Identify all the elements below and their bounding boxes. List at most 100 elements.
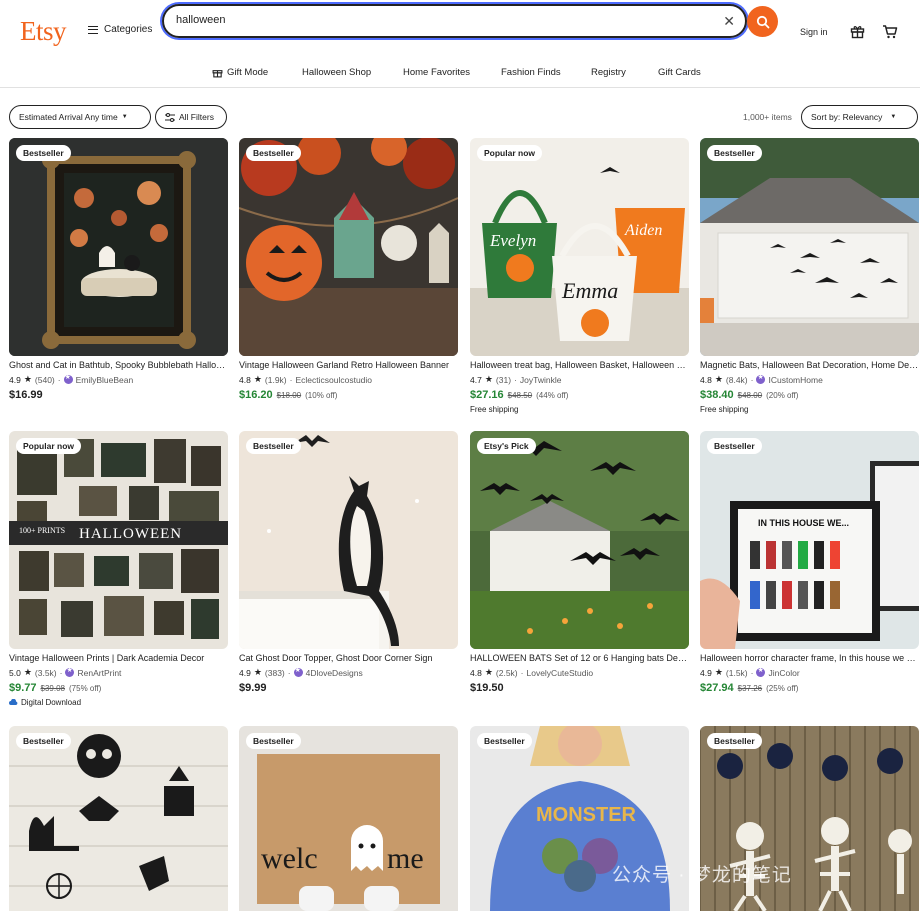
- search-button[interactable]: [747, 6, 778, 37]
- listing-card[interactable]: IN THIS HOUSE WE... Bestseller Halloween…: [700, 431, 919, 696]
- bullet: ·: [514, 374, 517, 385]
- name-text: Evelyn: [489, 231, 536, 250]
- original-price: $18.00: [276, 391, 302, 400]
- listing-badge: Bestseller: [246, 145, 301, 161]
- listing-image[interactable]: 100+ PRINTS HALLOWEEN Popular now: [9, 431, 228, 649]
- nav-gift-mode[interactable]: Gift Mode: [212, 67, 268, 78]
- search-input[interactable]: [176, 14, 716, 26]
- bullet: ·: [289, 374, 293, 385]
- sort-dropdown[interactable]: Sort by: Relevancy ▼: [801, 105, 918, 129]
- bullet: ·: [57, 374, 61, 385]
- listing-price: $9.99: [239, 682, 267, 694]
- listing-card[interactable]: welc me Bestseller: [239, 726, 458, 911]
- listing-card[interactable]: Bestseller Vintage Halloween Garland Ret…: [239, 138, 458, 403]
- listing-image[interactable]: Bestseller: [9, 726, 228, 911]
- listing-badge: Popular now: [16, 438, 81, 454]
- sort-label: Sort by: Relevancy: [811, 112, 883, 122]
- review-count: (383): [264, 667, 285, 678]
- result-count: 1,000+ items: [743, 112, 792, 122]
- listing-price: $19.50: [470, 682, 504, 694]
- listing-title[interactable]: Vintage Halloween Garland Retro Hallowee…: [239, 360, 458, 371]
- all-filters-button[interactable]: All Filters: [155, 105, 227, 129]
- shop-name[interactable]: LovelyCuteStudio: [526, 668, 593, 678]
- review-count: (1.9k): [264, 374, 287, 385]
- listing-title[interactable]: Halloween treat bag, Halloween Basket, H…: [470, 360, 689, 371]
- listing-card[interactable]: Etsy's Pick HALLOWEEN BATS Set of 12 or …: [470, 431, 689, 696]
- listing-title[interactable]: Halloween horror character frame, In thi…: [700, 653, 919, 664]
- nav-gift-cards[interactable]: Gift Cards: [658, 67, 701, 78]
- listing-card[interactable]: 100+ PRINTS HALLOWEEN Popular now Vintag…: [9, 431, 228, 707]
- original-price: $37.26: [737, 684, 763, 693]
- gift-icon[interactable]: [850, 24, 865, 39]
- listing-rating: 4.9 ★ (383) · 4DloveDesigns: [239, 666, 458, 678]
- star-seller-icon: [756, 373, 766, 384]
- listing-title[interactable]: Ghost and Cat in Bathtub, Spooky Bubbleb…: [9, 360, 228, 371]
- star-icon: ★: [484, 374, 493, 384]
- shop-name[interactable]: JoyTwinkle: [520, 375, 562, 385]
- free-shipping: Free shipping: [470, 405, 519, 414]
- star-seller-icon: [65, 666, 75, 677]
- price-row: $9.77 $39.08 (75% off): [9, 682, 228, 696]
- shop-name[interactable]: JinColor: [768, 668, 799, 678]
- shop-name[interactable]: Eclecticsoulcostudio: [295, 375, 372, 385]
- listing-card[interactable]: Bestseller Magnetic Bats, Halloween Bat …: [700, 138, 919, 414]
- listing-title[interactable]: HALLOWEEN BATS Set of 12 or 6 Hanging ba…: [470, 653, 689, 664]
- listing-rating: 4.9 ★ (540) · EmilyBlueBean: [9, 373, 228, 385]
- listing-card[interactable]: Bestseller: [9, 726, 228, 911]
- listing-badge: Bestseller: [707, 145, 762, 161]
- price-row: $19.50: [470, 682, 689, 696]
- sub-navigation: Gift Mode Halloween Shop Home Favorites …: [0, 60, 920, 88]
- discount: (20% off): [766, 391, 799, 400]
- listing-rating: 4.9 ★ (1.5k) · JinColor: [700, 666, 919, 678]
- arrival-filter[interactable]: Estimated Arrival Any time ▼: [9, 105, 151, 129]
- nav-halloween-shop[interactable]: Halloween Shop: [302, 67, 371, 78]
- cart-icon[interactable]: [882, 24, 898, 39]
- categories-button[interactable]: Categories: [88, 24, 152, 35]
- listing-price: $27.94: [700, 682, 734, 694]
- listing-card[interactable]: Evelyn Aiden Emma Popular now Halloween …: [470, 138, 689, 414]
- search-icon: [756, 15, 769, 28]
- etsy-logo[interactable]: Etsy: [20, 16, 67, 47]
- listing-image[interactable]: Etsy's Pick: [470, 431, 689, 649]
- digital-download: Digital Download: [9, 698, 228, 707]
- star-icon: ★: [23, 374, 32, 384]
- listing-image[interactable]: Evelyn Aiden Emma Popular now: [470, 138, 689, 356]
- listing-price: $27.16: [470, 389, 504, 401]
- listing-badge: Bestseller: [246, 733, 301, 749]
- nav-fashion-finds[interactable]: Fashion Finds: [501, 67, 561, 78]
- rating-score: 4.9: [9, 374, 21, 385]
- star-icon: ★: [484, 667, 493, 677]
- price-row: $16.99: [9, 389, 228, 403]
- nav-registry[interactable]: Registry: [591, 67, 626, 78]
- shop-name[interactable]: 4DloveDesigns: [306, 668, 363, 678]
- sign-in-link[interactable]: Sign in: [800, 27, 828, 37]
- price-row: $16.20 $18.00 (10% off): [239, 389, 458, 403]
- shop-name[interactable]: EmilyBlueBean: [76, 375, 134, 385]
- listing-badge: Bestseller: [707, 733, 762, 749]
- listing-title[interactable]: Cat Ghost Door Topper, Ghost Door Corner…: [239, 653, 458, 664]
- listing-price: $16.99: [9, 389, 43, 401]
- listing-image[interactable]: Bestseller: [700, 138, 919, 356]
- price-row: $38.40 $48.00 (20% off): [700, 389, 919, 403]
- listing-image[interactable]: Bestseller: [239, 431, 458, 649]
- rating-score: 4.7: [470, 374, 482, 385]
- rating-score: 4.8: [700, 374, 712, 385]
- listing-image[interactable]: Bestseller: [239, 138, 458, 356]
- clear-icon[interactable]: ✕: [723, 14, 735, 28]
- listing-title[interactable]: Vintage Halloween Prints | Dark Academia…: [9, 653, 228, 664]
- nav-home-favorites[interactable]: Home Favorites: [403, 67, 470, 78]
- listing-card[interactable]: Bestseller Ghost and Cat in Bathtub, Spo…: [9, 138, 228, 403]
- listing-image[interactable]: Bestseller: [9, 138, 228, 356]
- shop-name[interactable]: RenArtPrint: [77, 668, 121, 678]
- discount: (44% off): [536, 391, 569, 400]
- listing-card[interactable]: Bestseller Cat Ghost Door Topper, Ghost …: [239, 431, 458, 696]
- discount: (75% off): [69, 684, 102, 693]
- listing-title[interactable]: Magnetic Bats, Halloween Bat Decoration,…: [700, 360, 919, 371]
- review-count: (1.5k): [725, 667, 748, 678]
- shop-name[interactable]: ICustomHome: [768, 375, 822, 385]
- listing-image[interactable]: welc me Bestseller: [239, 726, 458, 911]
- listing-image[interactable]: IN THIS HOUSE WE... Bestseller: [700, 431, 919, 649]
- all-filters-label: All Filters: [179, 112, 214, 122]
- caret-down-icon: ▼: [890, 114, 897, 120]
- doormat-text: me: [387, 842, 424, 875]
